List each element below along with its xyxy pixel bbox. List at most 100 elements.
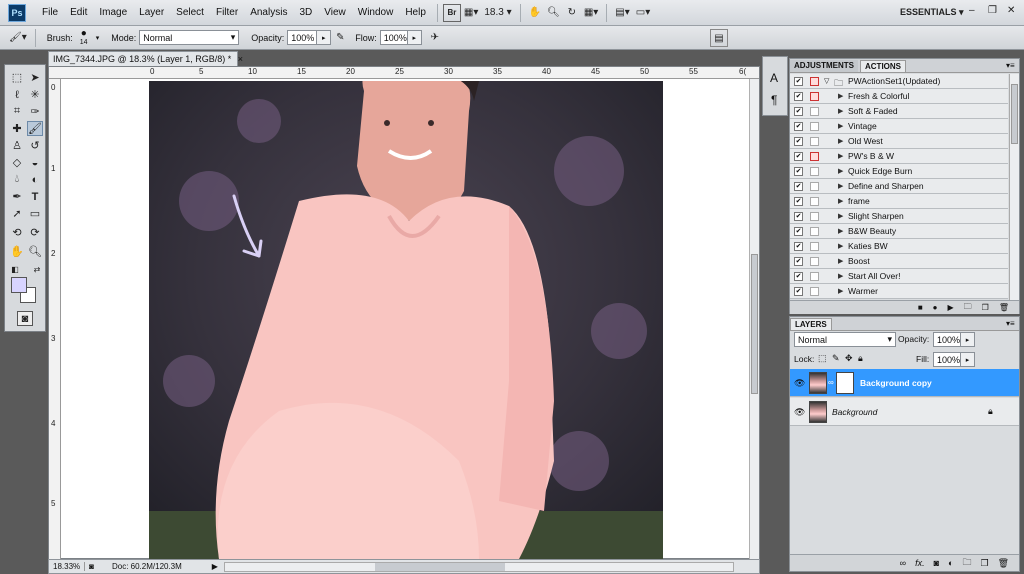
brush-picker[interactable]: ● 14 [76,28,96,48]
layer-mask-thumbnail[interactable] [836,372,854,394]
brush-tool-preset-icon[interactable]: 🖌︎▾ [6,29,30,47]
tab-adjustments[interactable]: ADJUSTMENTS [790,60,859,72]
tab-layers[interactable]: LAYERS [790,318,832,330]
menu-view[interactable]: View [318,7,352,18]
action-set-row[interactable]: ✔ ▽ 🗀 PWActionSet1(Updated) [790,74,1008,89]
brush-panel-toggle-icon[interactable]: ▤ [710,29,728,47]
type-tool-icon[interactable]: T [27,189,43,204]
character-panel-icon[interactable]: A [770,71,778,85]
action-item[interactable]: ✔ ▶ Katies BW [790,239,1008,254]
dialog-toggle-icon[interactable] [810,107,819,116]
checkmark-icon[interactable]: ✔ [794,92,803,101]
collapsed-triangle-icon[interactable]: ▶ [838,152,843,160]
add-mask-icon[interactable]: ◙ [934,558,939,568]
chain-icon[interactable]: ∞ [828,378,834,387]
healing-brush-tool-icon[interactable]: ✚ [9,121,25,136]
trash-icon[interactable]: 🗑︎ [999,303,1009,312]
checkmark-icon[interactable]: ✔ [794,287,803,296]
layer-opacity-input[interactable]: 100% [933,332,961,347]
action-item[interactable]: ✔ ▶ Start All Over! [790,269,1008,284]
expand-triangle-icon[interactable]: ▽ [824,77,829,85]
quick-mask-icon[interactable]: ◙ [17,311,33,326]
dialog-toggle-icon[interactable] [810,152,819,161]
opacity-input[interactable]: 100% [287,30,318,45]
scroll-thumb[interactable] [374,562,505,571]
checkmark-icon[interactable]: ✔ [794,122,803,131]
path-selection-tool-icon[interactable]: ➚ [9,206,25,221]
new-layer-icon[interactable]: ❐ [980,558,988,569]
scroll-thumb[interactable] [1011,84,1018,144]
close-tab-icon[interactable]: × [238,54,243,64]
dialog-toggle-icon[interactable] [810,167,819,176]
dialog-toggle-icon[interactable] [810,242,819,251]
dialog-toggle-icon[interactable] [810,77,819,86]
play-icon[interactable]: ▶ [948,303,954,312]
collapsed-triangle-icon[interactable]: ▶ [838,107,843,115]
crop-tool-icon[interactable]: ⌗ [9,104,25,119]
action-item[interactable]: ✔ ▶ Warmer [790,284,1008,299]
menu-analysis[interactable]: Analysis [244,7,293,18]
status-menu-arrow-icon[interactable]: ▶ [212,562,218,571]
magic-wand-tool-icon[interactable]: ✳ [27,87,43,102]
pen-tool-icon[interactable]: ✒ [9,189,25,204]
opacity-slider-icon[interactable]: ▸ [961,332,975,347]
horizontal-ruler[interactable]: 0 5 10 15 20 25 30 35 40 45 50 55 6( [49,67,759,79]
paint-bucket-tool-icon[interactable]: ◒ [27,155,43,170]
layer-row[interactable]: 👁︎ Background 🔒︎ [790,398,1019,426]
vertical-ruler[interactable]: 0 1 2 3 4 5 [49,79,61,559]
status-zoom[interactable]: 18.33% [53,562,86,571]
checkmark-icon[interactable]: ✔ [794,152,803,161]
collapsed-triangle-icon[interactable]: ▶ [838,212,843,220]
scroll-thumb[interactable] [751,254,758,394]
airbrush-icon[interactable]: ✈ [426,29,444,47]
menu-3d[interactable]: 3D [293,7,318,18]
horizontal-scrollbar[interactable] [223,561,734,572]
restore-icon[interactable]: ❐ [988,5,997,16]
trash-icon[interactable]: 🗑︎ [998,558,1009,569]
pressure-opacity-icon[interactable]: ✎ [331,29,349,47]
document-tab[interactable]: IMG_7344.JPG @ 18.3% (Layer 1, RGB/8) * … [48,51,243,66]
eraser-tool-icon[interactable]: ◇ [9,155,25,170]
blend-mode-select[interactable]: Normal ▾ [794,332,896,347]
collapsed-triangle-icon[interactable]: ▶ [838,257,843,265]
dialog-toggle-icon[interactable] [810,182,819,191]
collapsed-triangle-icon[interactable]: ▶ [838,92,843,100]
eyedropper-tool-icon[interactable]: ✑ [27,104,43,119]
action-item[interactable]: ✔ ▶ Slight Sharpen [790,209,1008,224]
layer-style-icon[interactable]: fx. [915,558,925,568]
menu-filter[interactable]: Filter [210,7,244,18]
blur-tool-icon[interactable]: 💧︎ [9,172,25,187]
action-item[interactable]: ✔ ▶ Fresh & Colorful [790,89,1008,104]
screen-mode-icon[interactable]: ▭▾ [633,4,653,22]
new-set-icon[interactable]: 🗀 [964,301,972,315]
view-extras-icon[interactable]: ▦▾ [461,4,481,22]
link-layers-icon[interactable]: ∞ [900,558,906,568]
menu-window[interactable]: Window [352,7,400,18]
dialog-toggle-icon[interactable] [810,92,819,101]
marquee-tool-icon[interactable]: ⬚ [9,70,25,85]
action-item[interactable]: ✔ ▶ B&W Beauty [790,224,1008,239]
action-item[interactable]: ✔ ▶ Define and Sharpen [790,179,1008,194]
fill-input[interactable]: 100% [933,352,961,367]
layer-row[interactable]: 👁︎ ∞ Background copy [790,369,1019,397]
action-item[interactable]: ✔ ▶ PW's B & W [790,149,1008,164]
panel-menu-icon[interactable]: ▾≡ [1006,61,1015,70]
hand-tool-icon[interactable]: ✋ [9,244,25,259]
new-group-icon[interactable]: 🗀 [962,555,971,571]
checkmark-icon[interactable]: ✔ [794,257,803,266]
magnifier-icon[interactable]: 🔍︎ [544,4,563,22]
action-item[interactable]: ✔ ▶ frame [790,194,1008,209]
workspace-switcher[interactable]: ESSENTIALS ▾ [900,7,964,18]
collapsed-triangle-icon[interactable]: ▶ [838,287,843,295]
checkmark-icon[interactable]: ✔ [794,107,803,116]
rectangle-tool-icon[interactable]: ▭ [27,206,43,221]
lasso-tool-icon[interactable]: ℓ [9,87,25,102]
tab-actions[interactable]: ACTIONS [860,60,906,72]
paragraph-panel-icon[interactable]: ¶ [771,93,777,107]
action-item[interactable]: ✔ ▶ Boost [790,254,1008,269]
zoom-tool-icon[interactable]: 🔍︎ [27,244,43,259]
collapsed-triangle-icon[interactable]: ▶ [838,137,843,145]
lock-transparency-icon[interactable]: ⬚ [818,353,827,364]
status-options-icon[interactable]: ◙ [89,562,94,571]
actions-scrollbar[interactable] [1009,74,1019,300]
